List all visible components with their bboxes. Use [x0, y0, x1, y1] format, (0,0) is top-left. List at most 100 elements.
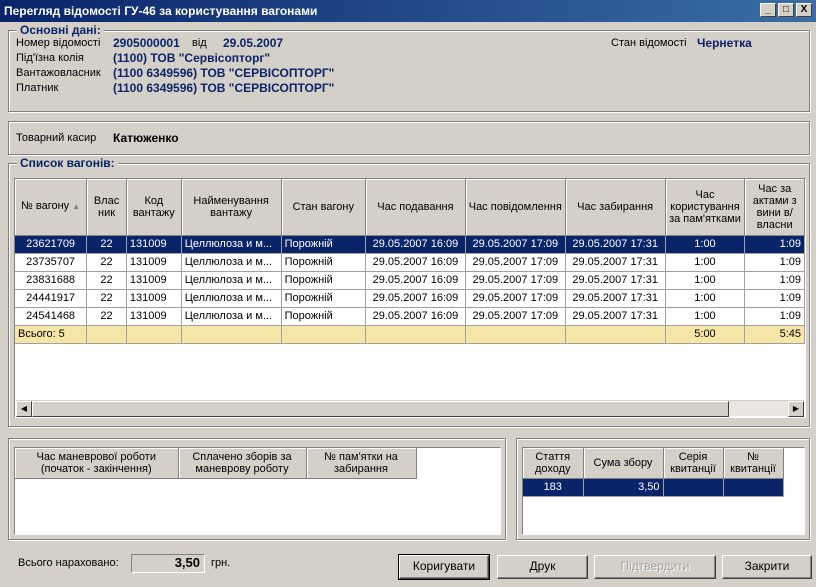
- state-value: Чернетка: [697, 36, 752, 50]
- shunting-group: Час маневрової роботи (початок - закінче…: [8, 438, 506, 540]
- col-shunting-fees[interactable]: Сплачено зборів за маневрову роботу: [178, 448, 307, 479]
- table-cell: Порожній: [281, 235, 367, 254]
- cashier-group: Товарний касир Катюженко: [8, 121, 810, 155]
- table-cell: Порожній: [281, 289, 367, 308]
- col-receipt-number[interactable]: № квитанції: [723, 448, 784, 479]
- table-cell: Целлюлоза и м...: [181, 253, 282, 272]
- scroll-right-icon[interactable]: ▶: [788, 401, 804, 417]
- col-wagon-number[interactable]: № вагону ▲: [15, 179, 88, 236]
- table-cell: 23735707: [15, 253, 88, 272]
- table-cell: 1:00: [665, 307, 746, 326]
- window-title: Перегляд відомості ГУ-46 за користування…: [4, 4, 318, 18]
- table-cell: 24541468: [15, 307, 88, 326]
- table-cell: Целлюлоза и м...: [181, 307, 282, 326]
- total-row: Всього: 5 5:00 5:45: [15, 325, 805, 344]
- col-income-item[interactable]: Стаття доходу: [523, 448, 584, 479]
- col-cargo-code[interactable]: Код вантажу: [126, 179, 182, 236]
- col-shunting-time[interactable]: Час маневрової роботи (початок - закінче…: [15, 448, 179, 479]
- table-cell: 29.05.2007 16:09: [365, 253, 466, 272]
- table-cell: 29.05.2007 17:31: [565, 307, 666, 326]
- table-cell: 23621709: [15, 235, 88, 254]
- table-cell: 1:09: [744, 235, 805, 254]
- wagons-title: Список вагонів:: [17, 156, 118, 170]
- payer-value: (1100 6349596) ТОВ "СЕРВІСОПТОРГ": [113, 81, 335, 95]
- table-cell: 29.05.2007 17:09: [465, 235, 566, 254]
- payer-label: Платник: [16, 82, 59, 94]
- shunting-grid[interactable]: Час маневрової роботи (початок - закінче…: [14, 447, 501, 535]
- table-row[interactable]: 23831688 22 131009 Целлюлоза и м... Порожній…: [15, 271, 805, 290]
- col-supply-time[interactable]: Час подавання: [365, 179, 466, 236]
- col-fee-amount[interactable]: Сума збору: [583, 448, 664, 479]
- scroll-thumb[interactable]: [32, 401, 729, 417]
- col-pickup-time[interactable]: Час забирання: [565, 179, 666, 236]
- table-cell: 29.05.2007 17:09: [465, 253, 566, 272]
- table-row[interactable]: 24441917 22 131009 Целлюлоза и м... Порожній…: [15, 289, 805, 308]
- wagons-grid[interactable]: № вагону ▲ Влас ник Код вантажу Найменув…: [14, 178, 806, 418]
- table-cell: [281, 325, 367, 344]
- table-cell: [723, 478, 784, 497]
- scroll-left-icon[interactable]: ◀: [16, 401, 32, 417]
- table-cell: 29.05.2007 17:31: [565, 235, 666, 254]
- col-cargo-name[interactable]: Найменування вантажу: [181, 179, 282, 236]
- wagons-table: № вагону ▲ Влас ник Код вантажу Найменув…: [15, 179, 805, 344]
- print-button[interactable]: Друк: [497, 555, 588, 579]
- table-cell: 1:09: [744, 307, 805, 326]
- fees-group: Стаття доходу Сума збору Серія квитанції…: [516, 438, 810, 540]
- table-cell: 29.05.2007 17:31: [565, 253, 666, 272]
- table-cell: 22: [86, 253, 127, 272]
- col-notice-time[interactable]: Час повідомлення: [465, 179, 566, 236]
- table-cell: Целлюлоза и м...: [181, 271, 282, 290]
- cashier-value: Катюженко: [113, 131, 179, 145]
- sort-arrow-icon: ▲: [72, 202, 81, 212]
- minimize-button[interactable]: _: [760, 3, 776, 17]
- table-cell: 131009: [126, 307, 182, 326]
- close-button[interactable]: Закрити: [722, 555, 812, 579]
- table-cell: 24441917: [15, 289, 88, 308]
- confirm-button[interactable]: Підтвердити: [594, 555, 716, 579]
- table-cell: Порожній: [281, 253, 367, 272]
- col-wagon-state[interactable]: Стан вагону: [281, 179, 367, 236]
- table-cell: 183: [523, 478, 584, 497]
- date-value: 29.05.2007: [223, 36, 284, 50]
- total-charged-label: Всього нараховано:: [18, 557, 119, 569]
- col-pickup-memo[interactable]: № пам'ятки на забирання: [306, 448, 417, 479]
- table-cell: 1:00: [665, 271, 746, 290]
- table-cell: 3,50: [583, 478, 664, 497]
- currency-label: грн.: [211, 557, 231, 569]
- table-cell: 22: [86, 289, 127, 308]
- close-window-button[interactable]: X: [796, 3, 812, 17]
- table-cell: Целлюлоза и м...: [181, 235, 282, 254]
- table-cell: 1:00: [665, 253, 746, 272]
- wagons-hscrollbar[interactable]: ◀ ▶: [16, 400, 804, 417]
- table-cell: [465, 325, 566, 344]
- table-cell: 22: [86, 307, 127, 326]
- table-cell: 29.05.2007 16:09: [365, 307, 466, 326]
- col-usage-time[interactable]: Час користування за пам'ятками: [665, 179, 746, 236]
- main-info-title: Основні дані:: [17, 23, 104, 37]
- table-cell: 29.05.2007 16:09: [365, 289, 466, 308]
- table-row[interactable]: 183 3,50: [523, 478, 784, 497]
- siding-value: (1100) ТОВ "Сервісопторг": [113, 51, 271, 65]
- siding-label: Під'їзна колія: [16, 52, 84, 64]
- table-cell: 131009: [126, 289, 182, 308]
- fees-grid[interactable]: Стаття доходу Сума збору Серія квитанції…: [522, 447, 805, 535]
- col-owner[interactable]: Влас ник: [86, 179, 127, 236]
- edit-button[interactable]: Коригувати: [398, 554, 490, 580]
- col-acts-time[interactable]: Час за актами з вини в/власни: [744, 179, 805, 236]
- table-cell: [126, 325, 182, 344]
- table-cell: 131009: [126, 271, 182, 290]
- total-acts: 5:45: [744, 325, 805, 344]
- table-cell: [565, 325, 666, 344]
- table-row[interactable]: 24541468 22 131009 Целлюлоза и м... Порожній…: [15, 307, 805, 326]
- table-cell: Целлюлоза и м...: [181, 289, 282, 308]
- table-cell: 131009: [126, 235, 182, 254]
- table-cell: [181, 325, 282, 344]
- table-cell: 29.05.2007 16:09: [365, 235, 466, 254]
- maximize-button[interactable]: □: [778, 3, 794, 17]
- table-cell: 22: [86, 235, 127, 254]
- table-cell: 29.05.2007 17:31: [565, 289, 666, 308]
- table-row[interactable]: 23735707 22 131009 Целлюлоза и м... Порожній…: [15, 253, 805, 272]
- table-cell: 1:09: [744, 253, 805, 272]
- col-receipt-series[interactable]: Серія квитанції: [663, 448, 724, 479]
- table-row[interactable]: 23621709 22 131009 Целлюлоза и м... Порожній…: [15, 235, 805, 254]
